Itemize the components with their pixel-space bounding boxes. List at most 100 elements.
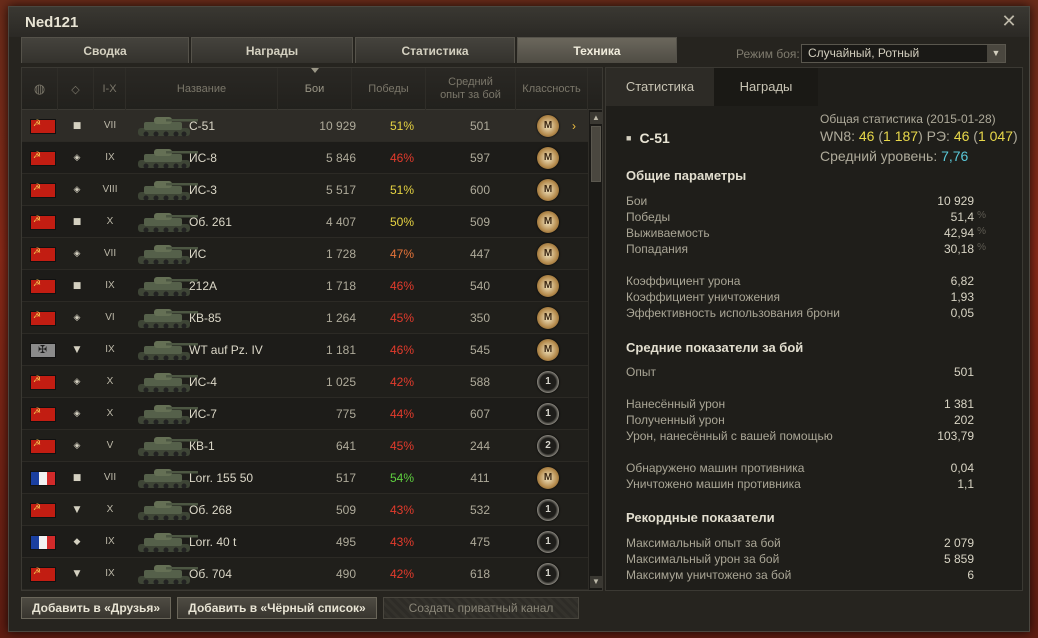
table-row[interactable]: ■ X Об. 261 4 407 50% 509 M — [22, 206, 588, 238]
scroll-up-icon[interactable]: ▲ — [590, 112, 602, 124]
sort-wins-header[interactable]: Победы — [352, 68, 426, 110]
battle-mode-select[interactable]: Случайный, Ротный ▼ — [801, 44, 1006, 63]
stat-row: Выживаемость 42,94% — [626, 226, 986, 242]
stat-row: Бои 10 929 — [626, 194, 986, 210]
vehicle-battles: 490 — [335, 567, 356, 581]
vehicle-battles: 509 — [335, 503, 356, 517]
tab-vehicles[interactable]: Техника — [517, 37, 677, 63]
mastery-badge-icon: M — [537, 339, 559, 361]
vehicle-name: Об. 268 — [189, 503, 232, 517]
td-class-icon: ▼ — [73, 505, 81, 515]
stat-row: Полученный урон 202 — [626, 413, 986, 429]
sort-class-header[interactable]: ◇ — [58, 68, 94, 110]
scrollbar[interactable]: ▲ ▼ — [588, 110, 602, 590]
sort-avgxp-header[interactable]: Средний опыт за бой — [426, 68, 516, 110]
table-row[interactable]: ◈ VI КВ-85 1 264 45% 350 M — [22, 302, 588, 334]
tab-vehicle-awards[interactable]: Награды — [714, 68, 818, 106]
ussr-flag-icon — [30, 567, 56, 582]
sort-nation-header[interactable]: ◍ — [22, 68, 58, 110]
avg-level-label: Средний уровень: — [820, 148, 938, 164]
stat-label: Максимальный опыт за бой — [626, 536, 781, 550]
section-general: Общие параметры — [626, 168, 747, 183]
bottom-actions: Добавить в «Друзья» Добавить в «Чёрный с… — [21, 597, 1023, 623]
section-records: Рекордные показатели — [626, 510, 775, 525]
vehicle-avg-xp: 509 — [469, 215, 491, 229]
vehicle-winrate: 46% — [389, 279, 415, 293]
sort-battles-header[interactable]: Бои — [278, 68, 352, 110]
stat-value: 103,79 — [937, 429, 974, 443]
vehicle-avg-xp: 618 — [469, 567, 491, 581]
heavy-class-icon: ◈ — [73, 313, 81, 323]
titlebar: Ned121 ✕ — [9, 7, 1029, 37]
heavy-class-icon: ◈ — [73, 249, 81, 259]
battles-header-label: Бои — [304, 82, 325, 95]
medium-class-icon: ■ — [72, 217, 82, 227]
vehicle-name: 212А — [189, 279, 218, 293]
stat-row: Максимальный урон за бой 5 859 — [626, 552, 986, 568]
tab-statistics[interactable]: Статистика — [355, 37, 515, 63]
table-row[interactable]: ◈ IX ИС-8 5 846 46% 597 M — [22, 142, 588, 174]
scroll-thumb[interactable] — [591, 126, 601, 182]
vehicle-tier: IX — [105, 280, 115, 291]
tab-vehicle-statistics[interactable]: Статистика — [606, 68, 714, 106]
stat-label: Уничтожено машин противника — [626, 477, 801, 491]
table-row[interactable]: ◈ X ИС-7 775 44% 607 1 — [22, 398, 588, 430]
re-label: РЭ: — [926, 128, 950, 144]
stat-label: Выживаемость — [626, 226, 710, 240]
france-flag-icon — [30, 535, 56, 550]
stat-value: 10 929 — [937, 194, 974, 208]
create-private-channel-button[interactable]: Создать приватный канал — [383, 597, 579, 619]
sort-name-header[interactable]: Название — [126, 68, 278, 110]
stat-label: Эффективность использования брони — [626, 306, 840, 320]
vehicle-avg-xp: 545 — [469, 343, 491, 357]
stat-row: Коэффициент уничтожения 1,93 — [626, 290, 986, 306]
vehicle-battles: 1 728 — [325, 247, 356, 261]
rating-line: WN8: 46 (1 187) РЭ: 46 (1 047) — [820, 128, 1018, 144]
table-row[interactable]: ◈ VII ИС 1 728 47% 447 M — [22, 238, 588, 270]
table-row[interactable]: ■ IX 212А 1 718 46% 540 M — [22, 270, 588, 302]
table-row[interactable]: ▼ IX Об. 704 490 42% 618 1 — [22, 558, 588, 590]
sort-tier-header[interactable]: I-X — [94, 68, 126, 110]
avgxp-header-line2: опыт за бой — [440, 89, 501, 101]
sort-mastery-header[interactable]: Классность — [516, 68, 588, 110]
heavy-class-icon: ◈ — [73, 153, 81, 163]
vehicle-tier: VII — [103, 472, 117, 483]
vehicle-name: Об. 704 — [189, 567, 232, 581]
vehicle-name: КВ-1 — [189, 439, 215, 453]
tab-summary[interactable]: Сводка — [21, 37, 189, 63]
vehicle-winrate: 42% — [389, 375, 415, 389]
table-row[interactable]: ◈ V КВ-1 641 45% 244 2 — [22, 430, 588, 462]
mastery-badge-icon: M — [537, 275, 559, 297]
table-row[interactable]: ◈ VIII ИС-3 5 517 51% 600 M — [22, 174, 588, 206]
vehicle-avg-xp: 244 — [469, 439, 491, 453]
stat-value: 501 — [953, 365, 974, 379]
tab-awards[interactable]: Награды — [191, 37, 353, 63]
stat-label: Коэффициент урона — [626, 274, 741, 288]
stat-percent: % — [977, 242, 986, 253]
vehicle-list-panel: ◍ ◇ I-X Название Бои Победы Средний опыт… — [21, 67, 603, 591]
ussr-flag-icon — [30, 119, 56, 134]
stat-value: 42,94 — [943, 226, 974, 240]
table-row[interactable]: ■ VII Lorr. 155 50 517 54% 411 M — [22, 462, 588, 494]
mastery-badge-icon: 1 — [537, 531, 559, 553]
table-row[interactable]: ▼ IX WT auf Pz. IV 1 181 46% 545 M — [22, 334, 588, 366]
mastery-badge-icon: 1 — [537, 499, 559, 521]
vehicle-battles: 5 846 — [325, 151, 356, 165]
add-blacklist-button[interactable]: Добавить в «Чёрный список» — [177, 597, 377, 619]
stat-label: Бои — [626, 194, 648, 208]
vehicle-name: Lorr. 155 50 — [189, 471, 254, 485]
vehicle-winrate: 43% — [389, 503, 415, 517]
add-friend-button[interactable]: Добавить в «Друзья» — [21, 597, 171, 619]
ussr-flag-icon — [30, 279, 56, 294]
vehicle-battles: 495 — [335, 535, 356, 549]
table-row[interactable]: ■ VII С-51 10 929 51% 501 M › — [22, 110, 588, 142]
table-row[interactable]: ▼ X Об. 268 509 43% 532 1 — [22, 494, 588, 526]
scroll-down-icon[interactable]: ▼ — [590, 576, 602, 588]
close-icon[interactable]: ✕ — [999, 11, 1019, 31]
table-row[interactable]: ◈ X ИС-4 1 025 42% 588 1 — [22, 366, 588, 398]
vehicle-battles: 641 — [335, 439, 356, 453]
vehicle-battles: 1 718 — [325, 279, 356, 293]
td-class-icon: ▼ — [73, 345, 81, 355]
table-row[interactable]: ◆ IX Lorr. 40 t 495 43% 475 1 — [22, 526, 588, 558]
stat-value: 1,1 — [957, 477, 974, 491]
